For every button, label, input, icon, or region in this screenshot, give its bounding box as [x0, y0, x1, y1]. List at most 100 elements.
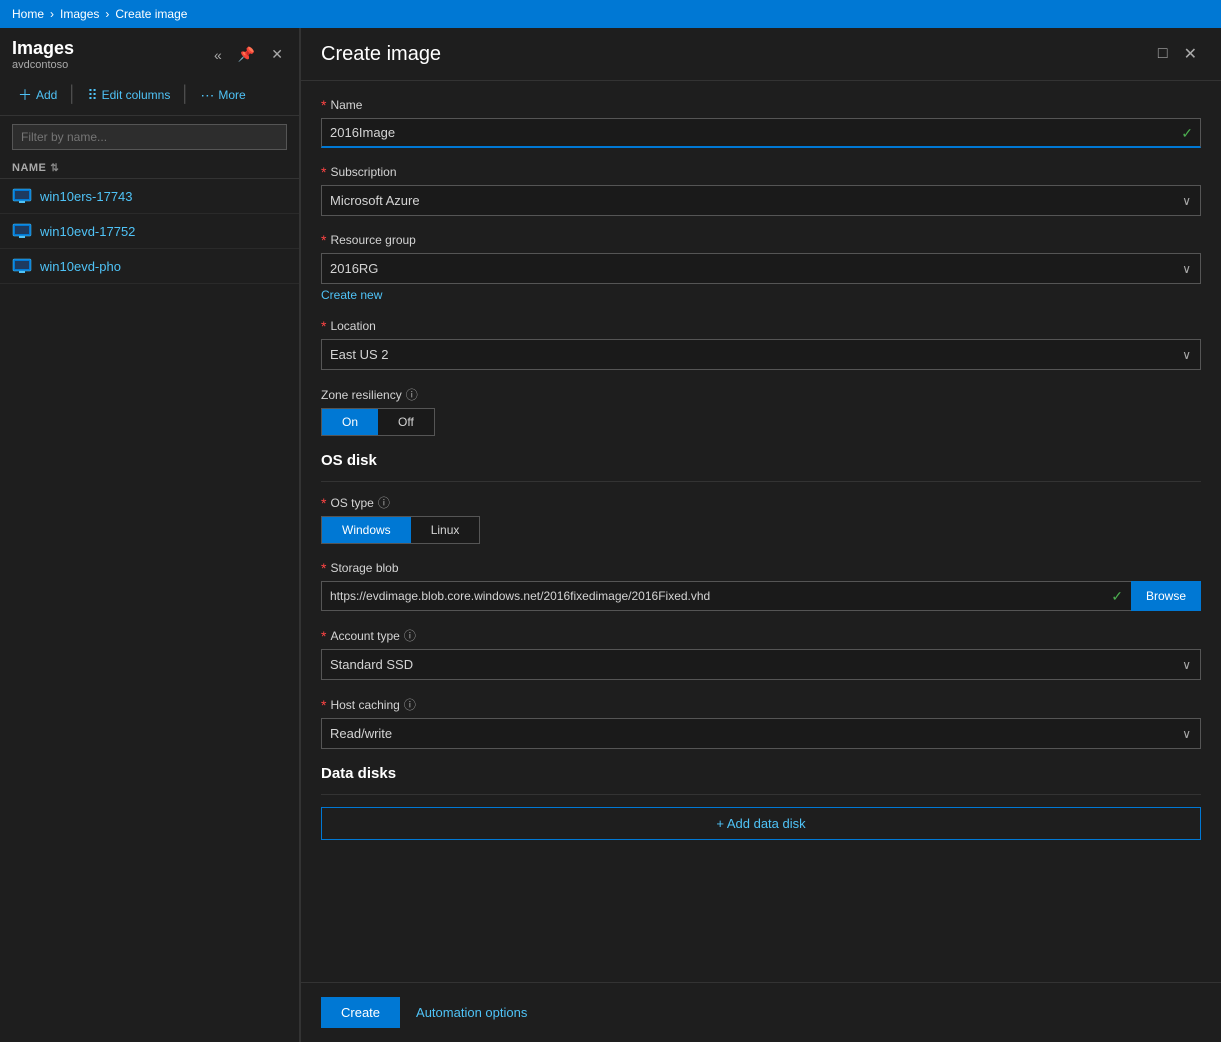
- vm-icon: [12, 221, 32, 241]
- host-caching-info-icon: ⓘ: [404, 696, 416, 713]
- os-type-toggle-group: Windows Linux: [321, 516, 480, 544]
- zone-toggle-group: On Off: [321, 408, 435, 436]
- resource-group-field: * Resource group 2016RG Create new: [321, 232, 1201, 302]
- location-field: * Location East US 2: [321, 318, 1201, 370]
- name-field: * Name ✓: [321, 97, 1201, 148]
- data-disks-section: Data disks + Add data disk: [321, 765, 1201, 840]
- create-new-link[interactable]: Create new: [321, 288, 382, 302]
- required-star: *: [321, 697, 326, 713]
- create-image-panel: Create image □ ✕ * Name ✓: [300, 28, 1221, 1042]
- sidebar-title-area: Images avdcontoso: [12, 38, 74, 71]
- required-star: *: [321, 560, 326, 576]
- nav-images[interactable]: Images: [60, 7, 99, 21]
- data-disks-divider: [321, 794, 1201, 795]
- storage-blob-label: * Storage blob: [321, 560, 1201, 576]
- os-type-label: * OS type ⓘ: [321, 494, 1201, 511]
- storage-input-area: ✓: [321, 581, 1131, 611]
- close-panel-button[interactable]: ✕: [1180, 40, 1201, 68]
- more-button[interactable]: ⋯ More: [194, 83, 251, 108]
- item-name: win10evd-17752: [40, 224, 135, 239]
- add-label: Add: [36, 88, 57, 102]
- toolbar-sep1: │: [67, 86, 77, 104]
- nav-home[interactable]: Home: [12, 7, 44, 21]
- toolbar-sep2: │: [180, 86, 190, 104]
- location-select[interactable]: East US 2: [321, 339, 1201, 370]
- os-windows-button[interactable]: Windows: [322, 517, 411, 543]
- resource-group-select[interactable]: 2016RG: [321, 253, 1201, 284]
- more-icon: ⋯: [200, 87, 214, 104]
- sep2: ›: [105, 7, 109, 21]
- account-type-select-wrapper: Standard SSD: [321, 649, 1201, 680]
- resource-group-select-wrapper: 2016RG: [321, 253, 1201, 284]
- zone-off-button[interactable]: Off: [378, 409, 434, 435]
- close-sidebar-button[interactable]: ✕: [267, 44, 287, 65]
- sidebar-header: Images avdcontoso « 📌 ✕: [0, 28, 299, 75]
- os-type-info-icon: ⓘ: [378, 494, 390, 511]
- browse-button[interactable]: Browse: [1131, 581, 1201, 611]
- add-button[interactable]: ＋ Add: [12, 81, 63, 109]
- sidebar-toolbar: ＋ Add │ ⠿ Edit columns │ ⋯ More: [0, 75, 299, 116]
- required-star: *: [321, 628, 326, 644]
- zone-on-button[interactable]: On: [322, 409, 378, 435]
- edit-columns-button[interactable]: ⠿ Edit columns: [81, 83, 176, 108]
- storage-check-icon: ✓: [1111, 588, 1123, 605]
- zone-info-icon: ⓘ: [406, 386, 418, 403]
- list-item[interactable]: win10evd-17752: [0, 214, 299, 249]
- panel-footer: Create Automation options: [301, 982, 1221, 1042]
- host-caching-select[interactable]: Read/write: [321, 718, 1201, 749]
- item-name: win10ers-17743: [40, 189, 133, 204]
- col-name-label: NAME: [12, 162, 46, 174]
- storage-blob-wrapper: ✓ Browse: [321, 581, 1201, 611]
- list-item[interactable]: win10evd-pho: [0, 249, 299, 284]
- add-data-disk-button[interactable]: + Add data disk: [321, 807, 1201, 840]
- required-star: *: [321, 97, 326, 113]
- subscription-select[interactable]: Microsoft Azure: [321, 185, 1201, 216]
- subscription-field: * Subscription Microsoft Azure: [321, 164, 1201, 216]
- required-star: *: [321, 318, 326, 334]
- panel-title: Create image: [321, 43, 441, 66]
- pin-button[interactable]: 📌: [234, 44, 259, 65]
- sep1: ›: [50, 7, 54, 21]
- account-type-field: * Account type ⓘ Standard SSD: [321, 627, 1201, 680]
- panel-body: * Name ✓ * Subscription Microsoft Azure: [301, 81, 1221, 982]
- sidebar-list: win10ers-17743 win10evd-17752: [0, 179, 299, 1042]
- subscription-select-wrapper: Microsoft Azure: [321, 185, 1201, 216]
- host-caching-select-wrapper: Read/write: [321, 718, 1201, 749]
- storage-blob-field: * Storage blob ✓ Browse: [321, 560, 1201, 611]
- sidebar-subtitle: avdcontoso: [12, 59, 74, 71]
- os-disk-header: OS disk: [321, 452, 1201, 469]
- create-button[interactable]: Create: [321, 997, 400, 1028]
- name-input-wrapper: ✓: [321, 118, 1201, 148]
- zone-resiliency-field: Zone resiliency ⓘ On Off: [321, 386, 1201, 436]
- automation-options-link[interactable]: Automation options: [416, 1005, 527, 1020]
- sidebar-header-icons: « 📌 ✕: [210, 44, 287, 65]
- filter-input[interactable]: [12, 124, 287, 150]
- required-star: *: [321, 164, 326, 180]
- sidebar-title: Images: [12, 38, 74, 59]
- list-item[interactable]: win10ers-17743: [0, 179, 299, 214]
- top-nav-bar: Home › Images › Create image: [0, 0, 1221, 28]
- sidebar-col-header: NAME ⇅: [0, 158, 299, 179]
- name-input[interactable]: [321, 118, 1201, 148]
- panel-header: Create image □ ✕: [301, 28, 1221, 81]
- vm-icon: [12, 256, 32, 276]
- account-type-label: * Account type ⓘ: [321, 627, 1201, 644]
- vm-icon: [12, 186, 32, 206]
- maximize-button[interactable]: □: [1154, 41, 1172, 67]
- os-type-field: * OS type ⓘ Windows Linux: [321, 494, 1201, 544]
- storage-blob-input[interactable]: [321, 581, 1131, 611]
- collapse-button[interactable]: «: [210, 45, 226, 65]
- zone-resiliency-label: Zone resiliency ⓘ: [321, 386, 1201, 403]
- sidebar: Images avdcontoso « 📌 ✕ ＋ Add │ ⠿ Edit c…: [0, 28, 300, 1042]
- columns-icon: ⠿: [87, 87, 97, 104]
- sidebar-filter: [0, 116, 299, 158]
- os-disk-divider: [321, 481, 1201, 482]
- more-label: More: [218, 88, 245, 102]
- subscription-label: * Subscription: [321, 164, 1201, 180]
- host-caching-field: * Host caching ⓘ Read/write: [321, 696, 1201, 749]
- account-type-select[interactable]: Standard SSD: [321, 649, 1201, 680]
- data-disks-header: Data disks: [321, 765, 1201, 782]
- name-check-icon: ✓: [1181, 125, 1193, 142]
- os-linux-button[interactable]: Linux: [411, 517, 480, 543]
- main-layout: Images avdcontoso « 📌 ✕ ＋ Add │ ⠿ Edit c…: [0, 28, 1221, 1042]
